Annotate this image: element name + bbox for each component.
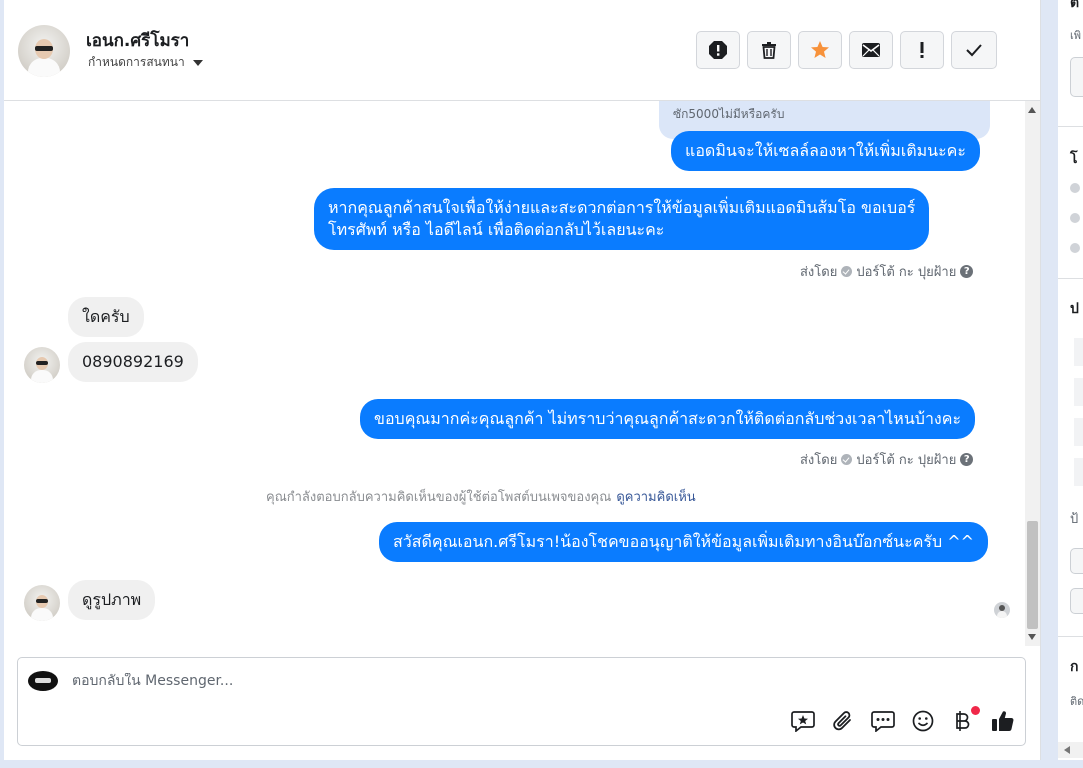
horizontal-scroll-left[interactable]	[1058, 742, 1083, 758]
help-icon[interactable]: ?	[960, 265, 974, 278]
help-icon[interactable]: ?	[960, 453, 974, 466]
conversation-schedule-label: กำหนดการสนทนา	[88, 55, 185, 69]
report-spam-button[interactable]	[696, 31, 740, 69]
mark-done-button[interactable]	[951, 31, 997, 69]
message-line: โทรศัพท์ หรือ ไอดีไลน์ เพื่อติดต่อกลับไว…	[328, 220, 665, 239]
sent-by-info: ส่งโดย ปอร์โต้ กะ ปุยฝ้าย ?	[800, 261, 974, 282]
panel-section-heading-clipped: ป	[1070, 301, 1079, 317]
conversation-header: เอนก.ศรีโมรา กำหนดการสนทนา	[4, 0, 1040, 101]
envelope-icon	[862, 43, 880, 57]
thumbs-up-icon	[992, 711, 1014, 732]
panel-subtext-clipped: ป้	[1070, 512, 1079, 527]
panel-heading-clipped: ต	[1070, 0, 1080, 11]
panel-item-clipped[interactable]	[1074, 458, 1083, 486]
report-spam-icon	[709, 41, 727, 59]
notification-dot	[971, 706, 980, 715]
panel-section-heading-clipped: โ	[1070, 151, 1078, 167]
sender-name: ปอร์โต้ กะ ปุยฝ้าย	[856, 453, 957, 468]
view-comment-link[interactable]: ดูความคิดเห็น	[616, 490, 695, 505]
conversation-schedule-dropdown[interactable]: กำหนดการสนทนา	[88, 53, 203, 72]
panel-input-clipped[interactable]	[1070, 588, 1083, 614]
delete-button[interactable]	[747, 31, 791, 69]
emoji-icon	[912, 710, 934, 732]
clock-icon	[1070, 183, 1080, 193]
quick-reply-button[interactable]	[870, 708, 896, 734]
contact-name[interactable]: เอนก.ศรีโมรา	[86, 27, 189, 54]
star-button[interactable]	[798, 31, 842, 69]
emoji-button[interactable]	[910, 708, 936, 734]
message-incoming[interactable]: 0890892169	[68, 342, 198, 382]
customer-details-panel: ต เพิ โ ป ป้ ก ติด	[1058, 0, 1083, 760]
message-incoming[interactable]: ใดครับ	[68, 297, 144, 337]
scroll-down-arrow[interactable]	[1028, 634, 1036, 640]
message-outgoing[interactable]: หากคุณลูกค้าสนใจเพื่อให้ง่ายและสะดวกต่อก…	[314, 188, 930, 250]
message-incoming[interactable]: ดูรูปภาพ	[68, 580, 156, 620]
message-outgoing[interactable]: แอดมินจะให้เซลล์ลองหาให้เพิ่มเติมนะคะ	[671, 131, 980, 171]
verified-icon	[841, 266, 853, 277]
message-thread[interactable]: ซัก5000ไม่มีหรือครับ แอดมินจะให้เซลล์ลอง…	[4, 101, 1025, 646]
contact-avatar-small	[24, 347, 60, 383]
panel-item-clipped[interactable]	[1074, 378, 1083, 406]
message-line: หากคุณลูกค้าสนใจเพื่อให้ง่ายและสะดวกต่อก…	[328, 198, 916, 217]
message-outgoing[interactable]: สวัสดีคุณเอนก.ศรีโมรา!น้องโชคขออนุญาติให…	[379, 522, 989, 562]
saved-reply-icon	[791, 711, 815, 732]
panel-subtext-clipped: เพิ	[1070, 29, 1082, 42]
reply-input[interactable]	[72, 673, 972, 689]
attachment-icon	[833, 711, 851, 731]
comment-reply-note: คุณกำลังตอบกลับความคิดเห็นของผู้ใช้ต่อโพ…	[266, 486, 696, 507]
mark-important-button[interactable]	[900, 31, 944, 69]
comment-reply-text: คุณกำลังตอบกลับความคิดเห็นของผู้ใช้ต่อโพ…	[266, 490, 612, 505]
page-logo	[28, 671, 58, 691]
mark-unread-button[interactable]	[849, 31, 893, 69]
quick-reply-icon	[871, 711, 895, 732]
scrollbar-thumb[interactable]	[1027, 521, 1038, 629]
panel-section-heading-clipped: ก	[1070, 659, 1079, 675]
contact-avatar[interactable]	[18, 25, 70, 77]
location-icon	[1070, 213, 1080, 223]
like-button[interactable]	[990, 708, 1016, 734]
scroll-up-arrow[interactable]	[1028, 107, 1036, 113]
sent-by-info: ส่งโดย ปอร์โต้ กะ ปุยฝ้าย ?	[800, 449, 974, 470]
panel-item-clipped[interactable]	[1074, 418, 1083, 446]
exclamation-icon	[920, 42, 924, 58]
sent-by-label: ส่งโดย	[800, 453, 838, 468]
panel-subtext-clipped: ติด	[1070, 695, 1083, 708]
seen-avatar	[994, 602, 1010, 618]
panel-input-clipped[interactable]	[1070, 57, 1083, 97]
sent-by-label: ส่งโดย	[800, 265, 838, 280]
baht-payment-icon	[956, 711, 970, 731]
verified-icon	[841, 454, 853, 465]
composer-tools	[790, 706, 1016, 734]
message-outgoing[interactable]: ขอบคุณมากค่ะคุณลูกค้า ไม่ทราบว่าคุณลูกค้…	[360, 399, 976, 439]
star-icon	[811, 41, 829, 58]
location-icon	[1070, 243, 1080, 253]
trash-icon	[762, 42, 776, 59]
caret-down-icon	[192, 59, 203, 66]
conversation-toolbar	[696, 31, 997, 69]
conversation-panel: เอนก.ศรีโมรา กำหนดการสนทนา ซัก5000ไม่มีห…	[4, 0, 1041, 760]
message-scrollbar[interactable]	[1025, 101, 1040, 646]
checkmark-icon	[966, 44, 982, 57]
saved-reply-button[interactable]	[790, 708, 816, 734]
sender-name: ปอร์โต้ กะ ปุยฝ้าย	[856, 265, 957, 280]
panel-input-clipped[interactable]	[1070, 548, 1083, 574]
attach-button[interactable]	[830, 708, 856, 734]
payment-button[interactable]	[950, 706, 980, 734]
contact-avatar-small	[24, 585, 60, 621]
message-composer	[17, 657, 1026, 746]
panel-item-clipped[interactable]	[1074, 338, 1083, 366]
